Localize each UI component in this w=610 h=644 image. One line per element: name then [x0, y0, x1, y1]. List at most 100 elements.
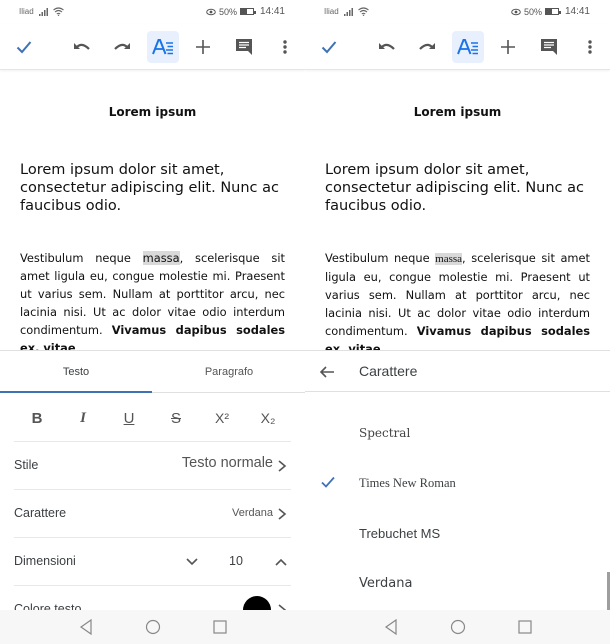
font-option-label: Trebuchet MS	[359, 526, 441, 541]
comment-button[interactable]	[533, 31, 565, 63]
toolbar	[0, 24, 305, 70]
done-button[interactable]	[313, 31, 345, 63]
nav-home-button[interactable]	[144, 618, 162, 636]
font-option-label: Verdana	[359, 576, 413, 591]
recents-icon	[518, 620, 532, 634]
nav-home-button[interactable]	[449, 618, 467, 636]
nav-recents-button[interactable]	[516, 618, 534, 636]
comment-button[interactable]	[228, 31, 260, 63]
font-option-times-new-roman[interactable]: Times New Roman	[305, 459, 610, 509]
document-canvas[interactable]: Lorem ipsum Lorem ipsum dolor sit amet, …	[0, 71, 305, 350]
nav-back-button[interactable]	[382, 618, 400, 636]
text-run: Vestibulum neque	[325, 251, 436, 265]
back-arrow-icon[interactable]	[319, 364, 335, 380]
document-paragraph: Lorem ipsum dolor sit amet, consectetur …	[325, 162, 584, 214]
font-option-label: Spectral	[359, 426, 411, 440]
italic-button[interactable]: I	[68, 403, 98, 433]
text-format-button[interactable]	[452, 31, 484, 63]
font-picker-panel: Carattere Spectral Times New Roman Trebu…	[305, 350, 610, 610]
text-color-label: Colore testo	[14, 602, 82, 610]
check-icon	[321, 476, 335, 488]
recents-icon	[213, 620, 227, 634]
toolbar	[305, 24, 610, 70]
comment-icon	[236, 39, 252, 55]
clock: 14:41	[564, 6, 590, 17]
document-title: Lorem ipsum	[108, 105, 197, 119]
text-run: Vestibulum neque	[20, 251, 143, 265]
format-buttons-row: B I U S X² X₂	[14, 393, 291, 442]
more-options-button[interactable]	[574, 31, 606, 63]
subscript-button[interactable]: X₂	[253, 403, 283, 433]
size-row: Dimensioni 10	[14, 538, 291, 586]
text-format-button[interactable]	[147, 31, 179, 63]
battery-percent: 50%	[218, 6, 237, 17]
home-icon	[145, 619, 161, 635]
document-paragraph: Vestibulum neque massa, scelerisque sit …	[20, 249, 285, 350]
font-option-verdana[interactable]: Verdana	[305, 559, 610, 609]
battery-icon	[544, 8, 561, 15]
document-canvas[interactable]: Lorem ipsum Lorem ipsum dolor sit amet, …	[305, 71, 610, 350]
tab-paragrafo[interactable]: Paragrafo	[153, 351, 305, 393]
insert-button[interactable]	[187, 31, 219, 63]
document-title: Lorem ipsum	[413, 105, 502, 119]
increase-size-button[interactable]	[275, 558, 287, 566]
format-panel: Testo Paragrafo B I U S X² X₂ Stile Test…	[0, 350, 305, 610]
font-picker-title: Carattere	[359, 363, 418, 379]
undo-button[interactable]	[371, 31, 403, 63]
status-bar: Iliad 50% 14:41	[0, 0, 305, 24]
redo-icon	[419, 43, 435, 50]
redo-button[interactable]	[411, 31, 443, 63]
format-tabs: Testo Paragrafo	[0, 351, 305, 393]
underline-button[interactable]: U	[114, 403, 144, 433]
selected-text: massa	[435, 253, 463, 265]
font-option-trebuchet-ms[interactable]: Trebuchet MS	[305, 509, 610, 559]
tab-testo[interactable]: Testo	[0, 351, 152, 393]
font-option-spectral[interactable]: Spectral	[305, 409, 610, 459]
home-icon	[450, 619, 466, 635]
decrease-size-button[interactable]	[186, 558, 198, 566]
signal-icon	[38, 7, 48, 16]
text-color-row[interactable]: Colore testo	[14, 586, 291, 610]
eye-comfort-icon	[206, 8, 216, 15]
redo-button[interactable]	[106, 31, 138, 63]
style-row[interactable]: Stile Testo normale	[14, 442, 291, 490]
strikethrough-button[interactable]: S	[161, 403, 191, 433]
carrier-label: Iliad	[19, 7, 34, 16]
text-color-swatch	[243, 596, 271, 610]
done-button[interactable]	[8, 31, 40, 63]
back-icon	[79, 619, 92, 635]
battery-percent: 50%	[523, 6, 542, 17]
check-icon	[321, 41, 337, 54]
document-paragraph: Vestibulum neque massa, scelerisque sit …	[325, 249, 590, 350]
more-options-button[interactable]	[269, 31, 301, 63]
size-label: Dimensioni	[14, 554, 76, 568]
document-paragraph: Lorem ipsum dolor sit amet, consectetur …	[20, 162, 279, 214]
insert-button[interactable]	[492, 31, 524, 63]
redo-icon	[114, 43, 130, 50]
signal-icon	[343, 7, 353, 16]
wifi-icon	[52, 7, 64, 16]
battery-icon	[239, 8, 256, 15]
font-option-label: Times New Roman	[359, 476, 456, 490]
chevron-right-icon	[278, 508, 287, 520]
superscript-button[interactable]: X²	[207, 403, 237, 433]
size-value: 10	[229, 554, 243, 568]
undo-icon	[74, 43, 90, 50]
wifi-icon	[357, 7, 369, 16]
more-vert-icon	[588, 40, 592, 54]
add-icon	[501, 40, 515, 54]
font-picker-header: Carattere	[305, 351, 610, 392]
chevron-right-icon	[278, 460, 287, 472]
check-icon	[16, 41, 32, 54]
nav-recents-button[interactable]	[211, 618, 229, 636]
style-label: Stile	[14, 458, 39, 472]
system-nav-bar	[0, 610, 305, 644]
back-icon	[384, 619, 397, 635]
font-row[interactable]: Carattere Verdana	[14, 490, 291, 538]
undo-icon	[379, 43, 395, 50]
undo-button[interactable]	[66, 31, 98, 63]
bold-button[interactable]: B	[22, 403, 52, 433]
style-value: Testo normale	[181, 455, 273, 471]
nav-back-button[interactable]	[77, 618, 95, 636]
left-screen: Iliad 50% 14:41 Lorem ipsum Lorem ipsum …	[0, 0, 305, 644]
